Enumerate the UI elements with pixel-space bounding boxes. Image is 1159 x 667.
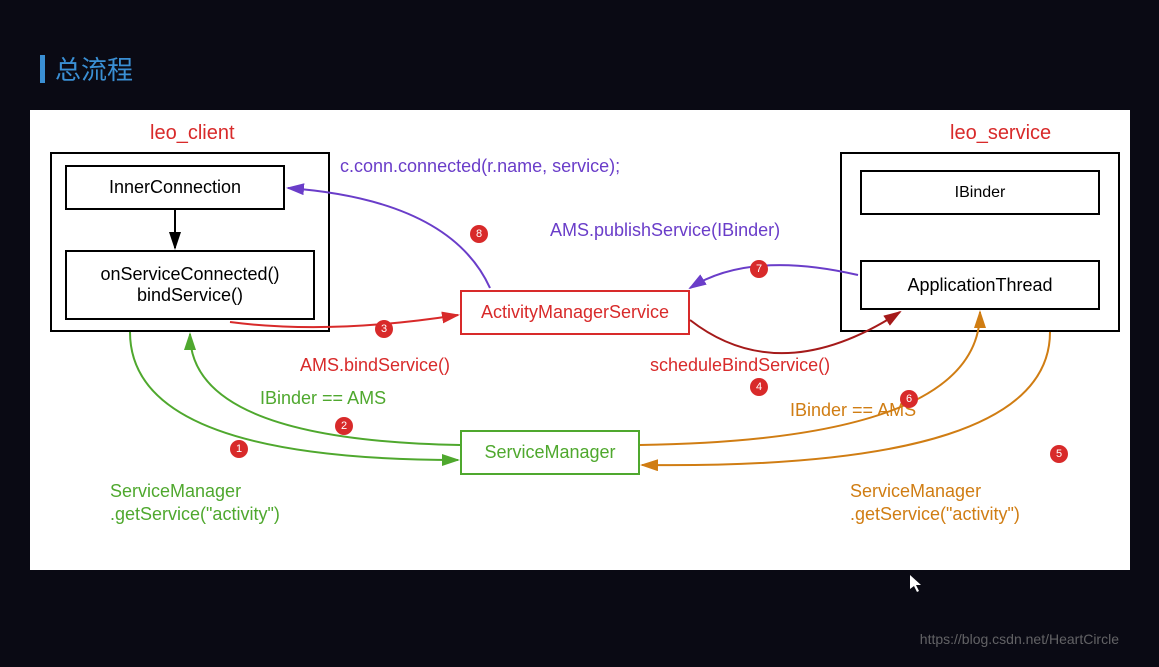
ibinder-ams-left-label: IBinder == AMS (260, 388, 386, 409)
on-service-connected: onServiceConnected() (100, 264, 279, 285)
badge-1: 1 (230, 440, 248, 458)
bind-service: bindService() (137, 285, 243, 306)
badge-8: 8 (470, 225, 488, 243)
watermark: https://blog.csdn.net/HeartCircle (920, 631, 1119, 647)
badge-6: 6 (900, 390, 918, 408)
service-manager-box: ServiceManager (460, 430, 640, 475)
badge-5: 5 (1050, 445, 1068, 463)
service-title: leo_service (950, 122, 1051, 145)
diagram-canvas: leo_client InnerConnection onServiceConn… (30, 110, 1130, 570)
title-marker (40, 55, 45, 83)
publish-service-label: AMS.publishService(IBinder) (550, 220, 780, 241)
conn-connected-text: c.conn.connected(r.name, service); (340, 156, 620, 176)
sm-get-left-label: ServiceManager .getService("activity") (110, 480, 280, 527)
conn-connected-label: c.conn.connected(r.name, service); (340, 155, 620, 178)
title-text: 总流程 (55, 50, 133, 87)
ibinder-ams-right-label: IBinder == AMS (790, 400, 916, 421)
badge-4: 4 (750, 378, 768, 396)
cursor-icon (910, 575, 924, 598)
inner-connection-box: InnerConnection (65, 165, 285, 210)
app-thread-box: ApplicationThread (860, 260, 1100, 310)
badge-7: 7 (750, 260, 768, 278)
badge-2: 2 (335, 417, 353, 435)
schedule-bind-label: scheduleBindService() (650, 355, 830, 376)
client-methods-box: onServiceConnected() bindService() (65, 250, 315, 320)
ibinder-box: IBinder (860, 170, 1100, 215)
ams-bind-label: AMS.bindService() (300, 355, 450, 376)
client-title: leo_client (150, 122, 235, 145)
sm-get-right-label: ServiceManager .getService("activity") (850, 480, 1020, 527)
ams-box: ActivityManagerService (460, 290, 690, 335)
badge-3: 3 (375, 320, 393, 338)
page-title: 总流程 (40, 50, 133, 87)
